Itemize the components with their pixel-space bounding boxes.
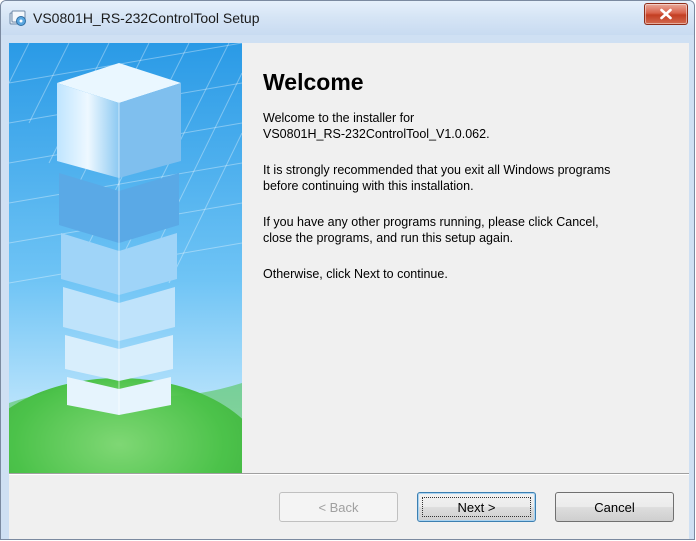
back-button-label: < Back (318, 499, 359, 515)
focus-rectangle (422, 497, 531, 517)
installer-icon (9, 10, 26, 26)
close-icon (660, 8, 672, 20)
close-button[interactable] (644, 3, 688, 25)
page-title: Welcome (263, 69, 364, 95)
intro-text: Welcome to the installer for VS0801H_RS-… (263, 110, 683, 142)
intro-line: VS0801H_RS-232ControlTool_V1.0.062. (263, 127, 490, 141)
setup-window: VS0801H_RS-232ControlTool Setup Welcome … (0, 0, 695, 540)
window-title: VS0801H_RS-232ControlTool Setup (33, 10, 260, 26)
title-bar[interactable]: VS0801H_RS-232ControlTool Setup (1, 1, 694, 35)
footer-divider (9, 473, 689, 475)
continue-text: Otherwise, click Next to continue. (263, 266, 683, 282)
banner-image (9, 43, 242, 473)
cancel-button-label: Cancel (594, 499, 635, 515)
cancel-button[interactable]: Cancel (555, 492, 674, 522)
cancel-instruction-line: If you have any other programs running, … (263, 215, 599, 229)
continue-line: Otherwise, click Next to continue. (263, 267, 448, 281)
recommendation-text: It is strongly recommended that you exit… (263, 162, 683, 194)
next-button[interactable]: Next > (417, 492, 536, 522)
tower-globe-graphic (9, 43, 242, 473)
cancel-instruction-line: close the programs, and run this setup a… (263, 231, 514, 245)
intro-line: Welcome to the installer for (263, 111, 415, 125)
welcome-panel: Welcome Welcome to the installer for VS0… (242, 43, 689, 473)
cancel-instruction-text: If you have any other programs running, … (263, 214, 683, 246)
wizard-body: Welcome Welcome to the installer for VS0… (9, 43, 689, 539)
back-button[interactable]: < Back (279, 492, 398, 522)
recommendation-line: before continuing with this installation… (263, 179, 474, 193)
recommendation-line: It is strongly recommended that you exit… (263, 163, 611, 177)
